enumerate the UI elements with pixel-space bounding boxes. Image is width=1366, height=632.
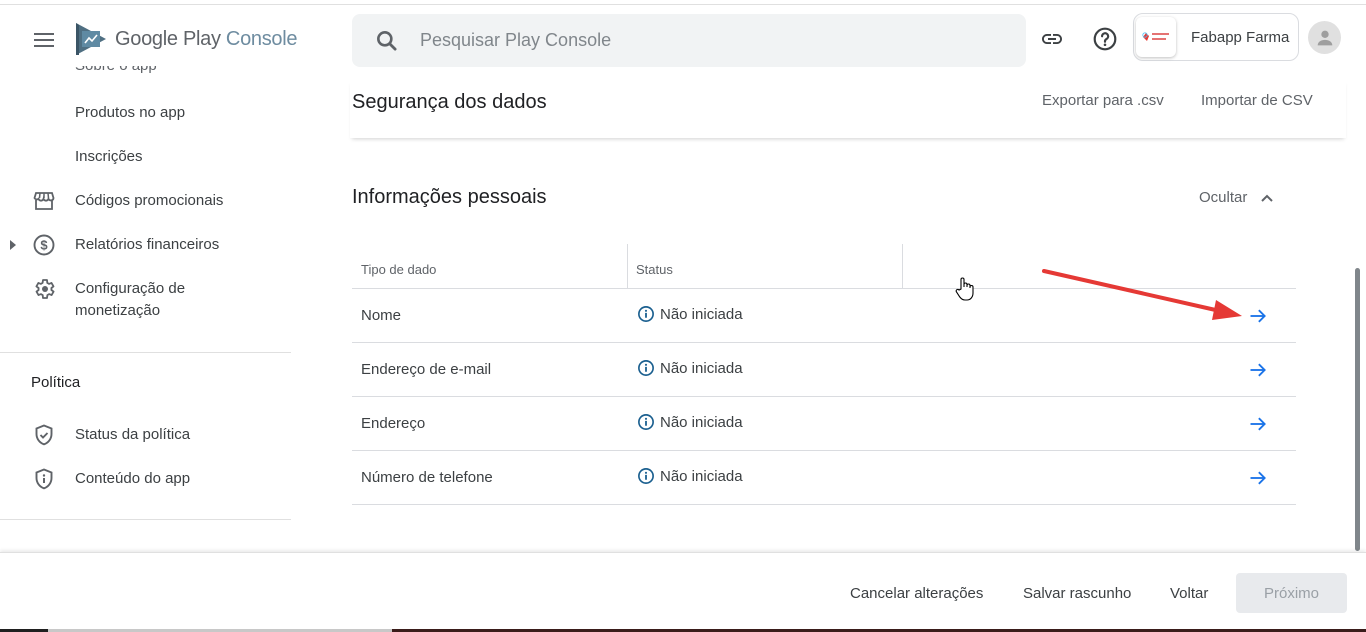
- arrow-right-icon[interactable]: [1248, 414, 1268, 434]
- sidebar-divider: [0, 519, 291, 520]
- app-icon: [1136, 17, 1176, 57]
- column-separator[interactable]: [902, 244, 903, 289]
- svg-text:$: $: [40, 238, 48, 253]
- status-cell: Não iniciada: [637, 359, 743, 377]
- table-row[interactable]: Nome Não iniciada: [352, 289, 1296, 343]
- fabapp-logo-icon: [1142, 32, 1169, 41]
- hide-label: Ocultar: [1199, 189, 1248, 206]
- sidebar-item-configuracao-de-monetizacao[interactable]: Configuração de monetização: [0, 278, 291, 322]
- status-text: Não iniciada: [660, 413, 743, 431]
- sidebar-item-relatorios-financeiros[interactable]: $ Relatórios financeiros: [0, 234, 291, 256]
- next-button[interactable]: Próximo: [1236, 573, 1347, 613]
- sidebar-item-label: Relatórios financeiros: [75, 236, 220, 253]
- page-header: Segurança dos dados Exportar para .csv I…: [350, 80, 1346, 138]
- data-type-cell: Número de telefone: [361, 469, 493, 486]
- storefront-icon: [31, 188, 57, 214]
- hamburger-line: [34, 45, 54, 47]
- expand-caret-icon[interactable]: [10, 240, 16, 250]
- arrow-right-icon[interactable]: [1248, 306, 1268, 326]
- gear-icon: [31, 276, 57, 302]
- sidebar-item-codigos-promocionais[interactable]: Códigos promocionais: [0, 190, 291, 212]
- logo-text: Google Play Console: [115, 27, 298, 51]
- sidebar-item-label: Inscrições: [75, 148, 143, 165]
- sidebar-item-inscricoes[interactable]: Inscrições: [0, 146, 291, 168]
- table-header: Tipo de dado Status: [352, 244, 1296, 289]
- back-button[interactable]: Voltar: [1170, 585, 1208, 602]
- sidebar-item-label: Conteúdo do app: [75, 470, 191, 487]
- sidebar-item-conteudo-do-app[interactable]: Conteúdo do app: [0, 468, 291, 490]
- status-cell: Não iniciada: [637, 413, 743, 431]
- sidebar-item-label: Configuração de monetização: [75, 280, 186, 319]
- info-icon: [638, 306, 654, 322]
- sidebar-item-label: Sobre o app: [75, 66, 157, 74]
- page-title: Segurança dos dados: [352, 91, 547, 113]
- user-avatar[interactable]: [1308, 21, 1341, 54]
- copy-link-button[interactable]: [1034, 21, 1070, 57]
- logo-text-primary: Google Play: [115, 27, 221, 50]
- import-csv-button[interactable]: Importar de CSV: [1201, 92, 1313, 109]
- help-button[interactable]: [1087, 21, 1123, 57]
- top-border: [0, 4, 1366, 5]
- section-title: Informações pessoais: [352, 186, 547, 208]
- column-separator[interactable]: [627, 244, 628, 289]
- sidebar-item-cut-off[interactable]: Sobre o app: [75, 66, 157, 76]
- footer-actions: Cancelar alterações Salvar rascunho Volt…: [0, 552, 1366, 630]
- data-type-cell: Endereço: [361, 415, 426, 432]
- google-play-console-logo[interactable]: Google Play Console: [75, 22, 298, 56]
- info-icon: [638, 414, 654, 430]
- hamburger-line: [34, 39, 54, 41]
- table-row[interactable]: Endereço Não iniciada: [352, 397, 1296, 451]
- status-cell: Não iniciada: [637, 467, 743, 485]
- data-type-cell: Nome: [361, 307, 402, 324]
- logo-text-secondary: Console: [225, 27, 298, 50]
- search-bar[interactable]: [352, 14, 1026, 67]
- search-input[interactable]: [420, 30, 980, 51]
- main-menu-button[interactable]: [30, 26, 58, 54]
- sidebar-item-produtos-no-app[interactable]: Produtos no app: [0, 102, 291, 124]
- next-button-label: Próximo: [1263, 584, 1319, 602]
- hide-section-button[interactable]: Ocultar: [1199, 189, 1275, 206]
- chevron-up-icon: [1261, 194, 1274, 202]
- column-header-status[interactable]: Status: [636, 262, 673, 277]
- info-icon: [638, 360, 654, 376]
- info-icon: [638, 468, 654, 484]
- cancel-changes-button[interactable]: Cancelar alterações: [850, 585, 983, 602]
- sidebar-section-title-politica: Política: [31, 374, 81, 391]
- person-icon: [1317, 30, 1332, 45]
- sidebar-item-label: Produtos no app: [75, 104, 186, 121]
- arrow-right-icon[interactable]: [1248, 468, 1268, 488]
- status-text: Não iniciada: [660, 467, 743, 485]
- account-switcher[interactable]: Fabapp Farma: [1133, 13, 1299, 61]
- help-icon: [1093, 27, 1117, 51]
- status-text: Não iniciada: [660, 305, 743, 323]
- link-icon: [1042, 34, 1062, 44]
- export-csv-button[interactable]: Exportar para .csv: [1042, 92, 1164, 109]
- sidebar-item-status-da-politica[interactable]: Status da política: [0, 424, 291, 446]
- dollar-circle-icon: $: [31, 232, 57, 258]
- play-console-logo-icon: [76, 23, 106, 55]
- status-text: Não iniciada: [660, 359, 743, 377]
- column-header-tipo-de-dado[interactable]: Tipo de dado: [361, 262, 436, 277]
- account-name: Fabapp Farma: [1191, 28, 1290, 46]
- table-row[interactable]: Endereço de e-mail Não iniciada: [352, 343, 1296, 397]
- sidebar-item-label: Códigos promocionais: [75, 192, 224, 209]
- sidebar-item-label: Status da política: [75, 426, 191, 443]
- table-row[interactable]: Número de telefone Não iniciada: [352, 451, 1296, 505]
- search-icon: [377, 30, 397, 51]
- data-types-table: Tipo de dado Status Nome Não iniciada En…: [352, 244, 1296, 505]
- shield-info-icon: [31, 466, 57, 492]
- hamburger-icon: [34, 33, 54, 35]
- arrow-right-icon[interactable]: [1248, 360, 1268, 380]
- status-cell: Não iniciada: [637, 305, 743, 323]
- sidebar-divider: [0, 352, 291, 353]
- vertical-scrollbar[interactable]: [1355, 268, 1360, 551]
- data-type-cell: Endereço de e-mail: [361, 361, 492, 378]
- save-draft-button[interactable]: Salvar rascunho: [1023, 585, 1131, 602]
- shield-check-icon: [31, 422, 57, 448]
- sidebar: Sobre o app Produtos no app Inscrições C…: [0, 60, 291, 550]
